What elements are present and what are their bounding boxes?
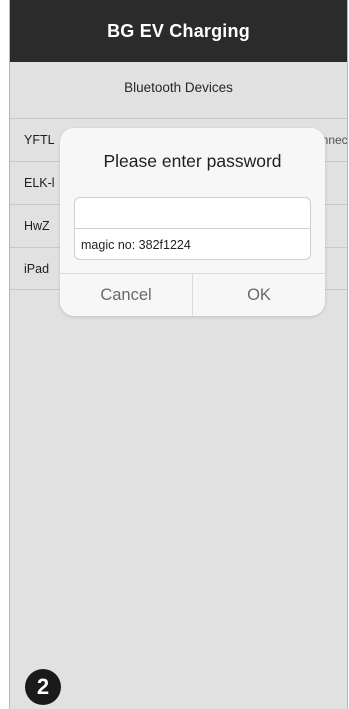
password-input[interactable] (74, 197, 311, 228)
dialog-title: Please enter password (103, 151, 282, 171)
navigation-bar: BG EV Charging (10, 0, 347, 62)
phone-screen: BG EV Charging Bluetooth Devices YFTL nn… (9, 0, 348, 709)
step-number-badge: 2 (25, 669, 61, 705)
ok-button[interactable]: OK (193, 274, 325, 316)
magic-number-field: magic no: 382f1224 (74, 228, 311, 260)
dialog-button-row: Cancel OK (60, 273, 325, 316)
cancel-button[interactable]: Cancel (60, 274, 193, 316)
password-dialog: Please enter password magic no: 382f1224… (60, 128, 325, 316)
app-title: BG EV Charging (107, 20, 250, 41)
